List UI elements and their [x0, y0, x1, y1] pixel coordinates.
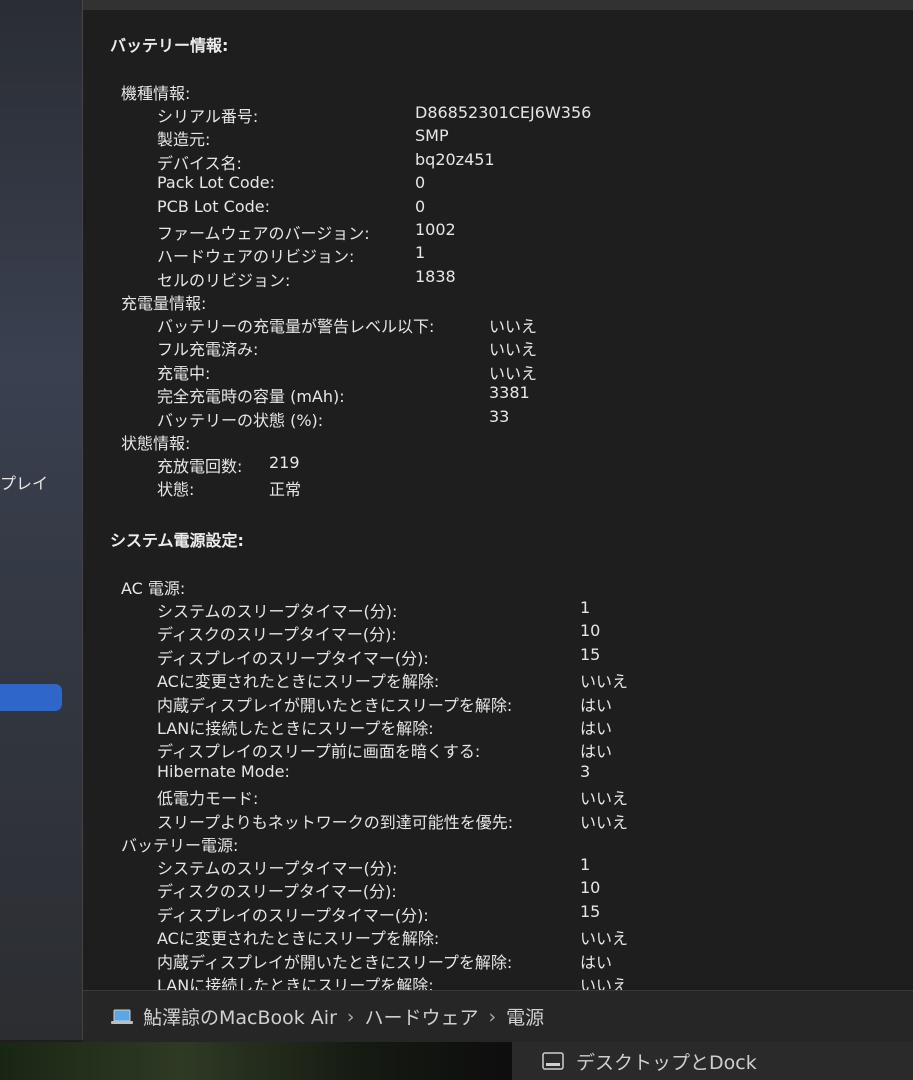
charge-info-value: いいえ: [489, 317, 538, 336]
health-info-key: 状態:: [157, 480, 195, 500]
path-separator: ›: [488, 1005, 497, 1028]
report-content: バッテリー情報: 機種情報: シリアル番号: D86852301CEJ6W356 製…: [83, 0, 913, 995]
ac-power-key: ACに変更されたときにスリープを解除:: [157, 672, 440, 692]
ac-power-title: AC 電源:: [121, 579, 186, 598]
model-info-key: 製造元:: [157, 130, 211, 150]
power-settings-title: システム電源設定:: [110, 531, 244, 550]
ac-power-key: スリープよりもネットワークの到達可能性を優先:: [157, 812, 514, 832]
battery-power-value: 15: [580, 901, 601, 921]
charge-info-key: フル充電済み:: [157, 340, 259, 360]
model-info-value: 0: [415, 173, 426, 193]
model-info-key: セルのリビジョン:: [157, 270, 291, 290]
charge-info-key: バッテリーの状態 (%):: [157, 410, 324, 430]
sidebar-selected-item[interactable]: [0, 684, 62, 711]
battery-power-value: いいえ: [580, 929, 629, 949]
ac-power-value: はい: [580, 719, 613, 738]
window-icon: [542, 1052, 564, 1070]
model-info-key: ファームウェアのバージョン:: [157, 224, 370, 243]
charge-info-value: 3381: [489, 383, 530, 403]
health-info-value: 219: [269, 453, 300, 472]
model-info-value: 1002: [415, 220, 456, 239]
charge-info-key: バッテリーの充電量が警告レベル以下:: [157, 317, 435, 336]
battery-power-value: はい: [580, 952, 613, 972]
battery-power-key: ディスクのスリープタイマー(分):: [157, 882, 397, 902]
battery-power-key: ディスプレイのスリープタイマー(分):: [157, 905, 429, 925]
charge-info-title: 充電量情報:: [121, 294, 207, 313]
ac-power-key: ディスクのスリープタイマー(分):: [157, 625, 397, 645]
ac-power-value: 3: [580, 761, 591, 781]
ac-power-key: システムのスリープタイマー(分):: [157, 602, 398, 621]
ac-power-value: 1: [580, 598, 591, 617]
ac-power-key: ディスプレイのスリープタイマー(分):: [157, 648, 429, 668]
battery-power-key: ACに変更されたときにスリープを解除:: [157, 929, 440, 949]
health-info-value: 正常: [269, 480, 302, 500]
ac-power-key: 内蔵ディスプレイが開いたときにスリープを解除:: [157, 695, 513, 715]
battery-power-key: 内蔵ディスプレイが開いたときにスリープを解除:: [157, 952, 513, 972]
model-info-key: PCB Lot Code:: [157, 196, 271, 216]
ac-power-key: 低電力モード:: [157, 789, 259, 809]
ac-power-value: 10: [580, 621, 601, 641]
charge-info-value: 33: [489, 406, 510, 426]
ac-power-key: Hibernate Mode:: [157, 761, 290, 781]
model-info-value: 0: [415, 196, 426, 216]
battery-power-value: 10: [580, 878, 601, 898]
health-info-key: 充放電回数:: [157, 457, 243, 476]
desktop-and-dock-label: デスクトップとDock: [576, 1051, 757, 1074]
model-info-value: 1838: [415, 266, 456, 286]
sidebar-item-display-partial[interactable]: プレイ: [0, 470, 48, 494]
charge-info-value: いいえ: [489, 363, 538, 383]
model-info-key: デバイス名:: [157, 153, 242, 173]
ac-power-value: いいえ: [580, 812, 629, 832]
path-item-power[interactable]: 電源: [506, 1003, 544, 1030]
charge-info-key: 完全充電時の容量 (mAh):: [157, 387, 345, 407]
model-info-value: bq20z451: [415, 149, 495, 169]
ac-power-value: 15: [580, 644, 601, 664]
charge-info-key: 充電中:: [157, 363, 211, 383]
battery-power-key: システムのスリープタイマー(分):: [157, 859, 398, 878]
model-info-title: 機種情報:: [121, 84, 191, 103]
model-info-key: ハードウェアのリビジョン:: [157, 247, 355, 267]
ac-power-value: いいえ: [580, 672, 629, 692]
path-item-computer[interactable]: 鮎澤諒のMacBook Air: [143, 1003, 337, 1030]
path-bar: 鮎澤諒のMacBook Air › ハードウェア › 電源: [83, 990, 913, 1042]
path-item-hardware[interactable]: ハードウェア: [365, 1003, 479, 1030]
battery-power-title: バッテリー電源:: [121, 836, 239, 855]
model-info-value: 1: [415, 243, 426, 263]
ac-power-value: はい: [580, 695, 613, 715]
ac-power-key: ディスプレイのスリープ前に画面を暗くする:: [157, 742, 481, 762]
battery-power-value: 1: [580, 855, 591, 874]
model-info-key: シリアル番号:: [157, 107, 259, 126]
charge-info-value: いいえ: [489, 340, 538, 360]
laptop-icon: [111, 1009, 133, 1024]
sidebar: プレイ: [0, 0, 83, 1040]
model-info-value: D86852301CEJ6W356: [415, 103, 592, 122]
ac-power-key: LANに接続したときにスリープを解除:: [157, 719, 434, 738]
model-info-value: SMP: [415, 126, 449, 146]
health-info-title: 状態情報:: [121, 434, 191, 453]
path-separator: ›: [346, 1005, 355, 1028]
model-info-key: Pack Lot Code:: [157, 173, 276, 193]
ac-power-value: はい: [580, 742, 613, 762]
battery-info-title: バッテリー情報:: [110, 36, 229, 55]
ac-power-value: いいえ: [580, 789, 629, 809]
desktop-and-dock-item[interactable]: デスクトップとDock: [512, 1042, 913, 1080]
